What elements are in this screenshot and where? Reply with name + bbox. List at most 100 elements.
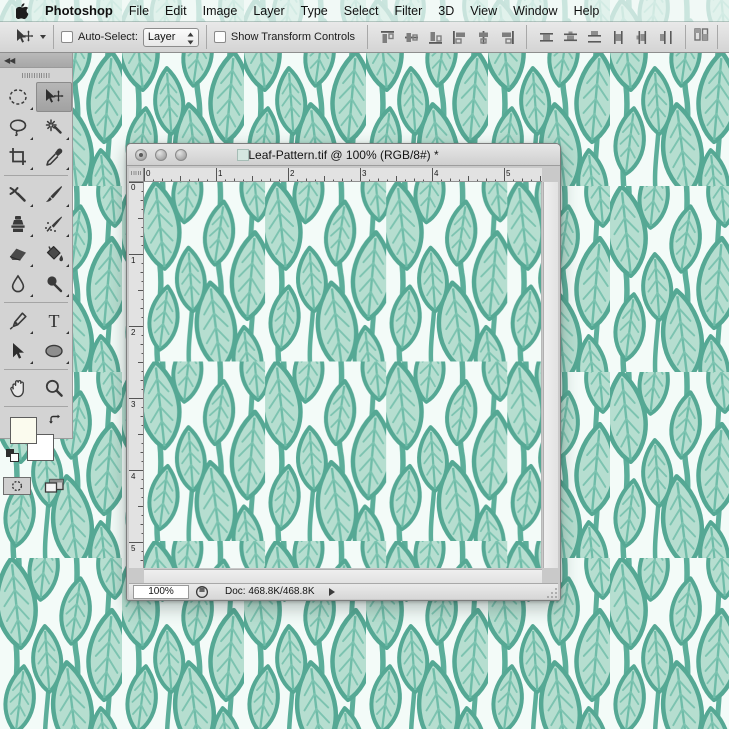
- menu-item-edit[interactable]: Edit: [157, 0, 195, 22]
- document-title-bar[interactable]: Leaf-Pattern.tif @ 100% (RGB/8#) *: [127, 144, 560, 166]
- distribute-right-edges-icon[interactable]: [654, 25, 678, 49]
- apple-logo-icon[interactable]: [15, 2, 29, 19]
- vertical-scrollbar[interactable]: [543, 182, 558, 568]
- flyout-indicator-icon[interactable]: [66, 264, 69, 267]
- flyout-indicator-icon[interactable]: [30, 167, 33, 170]
- minimize-window-button[interactable]: [155, 148, 167, 161]
- tool-type[interactable]: T: [36, 306, 72, 336]
- zoom-level-field[interactable]: 100%: [133, 584, 189, 599]
- flyout-indicator-icon[interactable]: [66, 331, 69, 334]
- tool-brush[interactable]: [36, 179, 72, 209]
- menu-item-layer[interactable]: Layer: [245, 0, 292, 22]
- distribute-vertical-centers-icon[interactable]: [558, 25, 582, 49]
- divider: [205, 25, 207, 49]
- foreground-color-swatch[interactable]: [10, 417, 37, 444]
- document-info-icon[interactable]: [191, 585, 213, 599]
- options-bar: Auto-Select: Layer Show Transform Contro…: [0, 22, 729, 53]
- tools-panel-header[interactable]: ◀◀: [0, 53, 72, 68]
- auto-align-layers-icon[interactable]: [693, 26, 710, 48]
- menu-item-help[interactable]: Help: [566, 0, 608, 22]
- menu-item-view[interactable]: View: [462, 0, 505, 22]
- tool-elliptical-marquee[interactable]: [0, 82, 36, 112]
- menu-bar: Photoshop File Edit Image Layer Type Sel…: [0, 0, 729, 22]
- menu-item-file[interactable]: File: [121, 0, 157, 22]
- tool-spot-healing-brush[interactable]: [0, 179, 36, 209]
- menu-item-filter[interactable]: Filter: [386, 0, 430, 22]
- align-bottom-edges-icon[interactable]: [423, 25, 447, 49]
- flyout-indicator-icon[interactable]: [30, 234, 33, 237]
- default-colors-icon[interactable]: [6, 449, 19, 467]
- tool-hand[interactable]: [0, 373, 36, 403]
- tool-preset-chevron-down-icon[interactable]: [40, 35, 46, 39]
- auto-select-checkbox[interactable]: [61, 31, 73, 43]
- tool-zoom[interactable]: [36, 373, 72, 403]
- tool-lasso[interactable]: [0, 112, 36, 142]
- flyout-indicator-icon[interactable]: [30, 331, 33, 334]
- ruler-v-label-5: 5: [131, 544, 136, 553]
- distribute-horizontal-centers-icon[interactable]: [630, 25, 654, 49]
- flyout-indicator-icon[interactable]: [66, 137, 69, 140]
- collapse-panel-icon[interactable]: ◀◀: [4, 56, 15, 65]
- tool-quick-selection[interactable]: [36, 112, 72, 142]
- flyout-indicator-icon[interactable]: [30, 264, 33, 267]
- document-size-text: Doc: 468.8K/468.8K: [225, 586, 315, 597]
- flyout-indicator-icon[interactable]: [30, 107, 33, 110]
- tool-blur[interactable]: [0, 269, 36, 299]
- vertical-ruler[interactable]: 0 1 2 3 4 5: [129, 182, 144, 568]
- document-proxy-icon[interactable]: [237, 149, 249, 161]
- zoom-window-button[interactable]: [175, 148, 187, 161]
- menu-item-photoshop[interactable]: Photoshop: [45, 0, 121, 22]
- tool-pen[interactable]: [0, 306, 36, 336]
- menu-item-type[interactable]: Type: [293, 0, 336, 22]
- status-popup-arrow-icon[interactable]: [328, 587, 335, 596]
- show-transform-controls-label: Show Transform Controls: [230, 31, 356, 43]
- align-left-edges-icon[interactable]: [447, 25, 471, 49]
- current-tool-picker[interactable]: [11, 25, 46, 49]
- distribute-left-edges-icon[interactable]: [606, 25, 630, 49]
- menu-item-image[interactable]: Image: [195, 0, 246, 22]
- ruler-origin-corner[interactable]: [129, 168, 144, 182]
- tool-crop[interactable]: [0, 142, 36, 172]
- resize-grip-icon[interactable]: [546, 586, 558, 598]
- image-canvas[interactable]: [144, 182, 542, 568]
- horizontal-ruler[interactable]: 0 1 2 3 4 5: [144, 168, 542, 182]
- align-right-edges-icon[interactable]: [495, 25, 519, 49]
- flyout-indicator-icon[interactable]: [66, 294, 69, 297]
- menu-item-3d[interactable]: 3D: [430, 0, 462, 22]
- flyout-indicator-icon[interactable]: [30, 361, 33, 364]
- quick-mask-mode-icon[interactable]: [3, 477, 31, 495]
- show-transform-controls-checkbox[interactable]: [213, 31, 226, 43]
- tool-paint-bucket[interactable]: [36, 239, 72, 269]
- tool-dodge[interactable]: [36, 269, 72, 299]
- tool-ellipse-shape[interactable]: [36, 336, 72, 366]
- distribute-bottom-edges-icon[interactable]: [582, 25, 606, 49]
- align-horizontal-centers-icon[interactable]: [471, 25, 495, 49]
- flyout-indicator-icon[interactable]: [66, 234, 69, 237]
- auto-select-scope-value: Layer: [147, 31, 176, 43]
- align-top-edges-icon[interactable]: [375, 25, 399, 49]
- flyout-indicator-icon[interactable]: [66, 204, 69, 207]
- tool-path-selection[interactable]: [0, 336, 36, 366]
- tool-history-brush[interactable]: [36, 209, 72, 239]
- tools-panel-grip[interactable]: [0, 68, 72, 82]
- close-window-button[interactable]: [135, 148, 147, 161]
- horizontal-scrollbar[interactable]: [144, 569, 542, 583]
- swap-colors-icon[interactable]: [48, 413, 62, 432]
- flyout-indicator-icon[interactable]: [30, 294, 33, 297]
- distribute-top-edges-icon[interactable]: [534, 25, 558, 49]
- align-vertical-centers-icon[interactable]: [399, 25, 423, 49]
- tool-clone-stamp[interactable]: [0, 209, 36, 239]
- flyout-indicator-icon[interactable]: [30, 137, 33, 140]
- menu-item-select[interactable]: Select: [336, 0, 387, 22]
- flyout-indicator-icon[interactable]: [66, 361, 69, 364]
- screen-mode-icon[interactable]: [41, 477, 69, 495]
- auto-select-scope-dropdown[interactable]: Layer: [142, 27, 199, 47]
- document-window[interactable]: Leaf-Pattern.tif @ 100% (RGB/8#) * 0 1 2…: [126, 143, 561, 601]
- flyout-indicator-icon[interactable]: [66, 167, 69, 170]
- tool-eraser[interactable]: [0, 239, 36, 269]
- flyout-indicator-icon[interactable]: [30, 204, 33, 207]
- tool-eyedropper[interactable]: [36, 142, 72, 172]
- tool-move[interactable]: [36, 82, 72, 112]
- menu-item-window[interactable]: Window: [505, 0, 565, 22]
- move-tool-icon[interactable]: [11, 25, 37, 49]
